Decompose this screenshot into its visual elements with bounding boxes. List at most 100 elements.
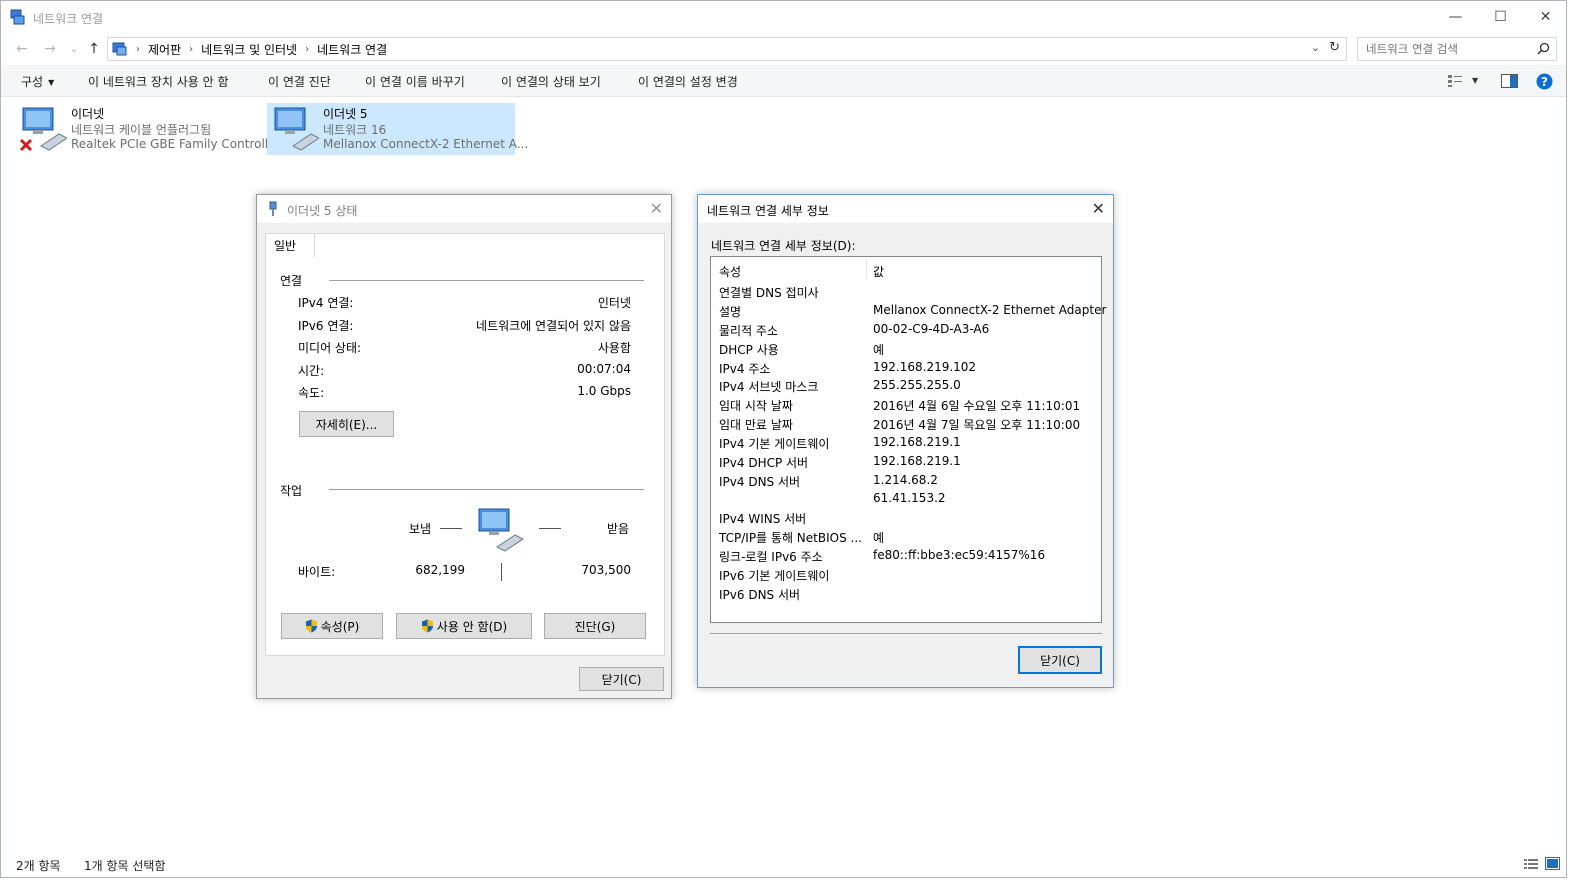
view-options-chevron-icon[interactable]: ▼: [1472, 76, 1478, 85]
detail-value: 1.214.68.2: [873, 473, 938, 487]
change-view-icon[interactable]: [1447, 74, 1463, 88]
close-button[interactable]: ✕: [1523, 1, 1568, 33]
bytes-received-value: 703,500: [581, 563, 631, 577]
large-icons-view-icon[interactable]: [1545, 857, 1560, 870]
detail-value: 2016년 4월 6일 수요일 오후 11:10:01: [873, 399, 1081, 413]
divider: [329, 489, 644, 490]
detail-value: fe80::ff:bbe3:ec59:4157%16: [873, 548, 1046, 562]
breadcrumb-separator-icon: ›: [136, 43, 140, 55]
detail-value: Mellanox ConnectX-2 Ethernet Adapter: [873, 303, 1107, 317]
detail-property: 임대 시작 날짜: [719, 399, 793, 413]
title-bar: 네트워크 연결 — ☐ ✕: [1, 1, 1566, 33]
view-status-command[interactable]: 이 연결의 상태 보기: [501, 73, 601, 90]
back-arrow-icon[interactable]: ←: [13, 40, 31, 58]
detail-property: DHCP 사용: [719, 343, 779, 357]
forward-arrow-icon[interactable]: →: [41, 40, 59, 58]
media-state-label: 미디어 상태:: [298, 341, 362, 355]
connection-device: Realtek PCIe GBE Family Controller: [71, 137, 281, 151]
close-icon[interactable]: ✕: [650, 199, 663, 218]
address-dropdown-icon[interactable]: ⌄: [1311, 41, 1320, 54]
close-button[interactable]: 닫기(C): [579, 667, 664, 691]
divider: [710, 633, 1102, 634]
detail-property: 물리적 주소: [719, 324, 779, 338]
diagnose-button[interactable]: 진단(G): [544, 613, 646, 639]
details-view-icon[interactable]: [1523, 858, 1539, 870]
connection-item-ethernet-5[interactable]: 이더넷 5 네트워크 16 Mellanox ConnectX-2 Ethern…: [267, 103, 528, 155]
change-settings-command[interactable]: 이 연결의 설정 변경: [638, 73, 738, 90]
detail-value: 61.41.153.2: [873, 491, 946, 505]
detail-value: 192.168.219.102: [873, 360, 977, 374]
breadcrumb-network-connections[interactable]: 네트워크 연결: [317, 41, 387, 58]
column-divider: [866, 259, 867, 279]
detail-value: 192.168.219.1: [873, 435, 961, 449]
detail-value: 00-02-C9-4D-A3-A6: [873, 322, 990, 336]
ethernet-status-dialog: 이더넷 5 상태 ✕ 일반 연결 IPv4 연결: 인터넷 IPv6 연결: 네…: [256, 194, 672, 699]
bytes-label: 바이트:: [298, 565, 336, 579]
search-input[interactable]: [1358, 38, 1528, 60]
column-header-property[interactable]: 속성: [719, 263, 741, 280]
ethernet-plug-icon: [269, 201, 277, 216]
svg-text:?: ?: [1541, 75, 1548, 89]
network-adapter-icon: [274, 107, 319, 151]
breadcrumb-control-panel[interactable]: 제어판: [148, 41, 181, 58]
properties-button[interactable]: 속성(P): [281, 613, 383, 639]
tab-general[interactable]: 일반: [265, 233, 315, 257]
dialog-title-bar: 이더넷 5 상태 ✕: [257, 195, 671, 223]
dialog-title-bar: 네트워크 연결 세부 정보 ✕: [698, 195, 1113, 223]
ipv6-connectivity-label: IPv6 연결:: [298, 319, 354, 333]
help-icon[interactable]: ?: [1536, 73, 1553, 90]
ipv6-connectivity-value: 네트워크에 연결되어 있지 않음: [476, 319, 631, 333]
detail-value: 예: [873, 343, 885, 357]
window-title: 네트워크 연결: [33, 12, 104, 26]
close-icon[interactable]: ✕: [1092, 199, 1105, 218]
detail-property: 설명: [719, 305, 742, 319]
recent-locations-icon[interactable]: ⌄: [65, 40, 83, 58]
activity-section-label: 작업: [280, 484, 303, 498]
detail-value: 192.168.219.1: [873, 454, 961, 468]
column-header-value[interactable]: 값: [873, 263, 884, 280]
ipv4-connectivity-value: 인터넷: [597, 296, 631, 310]
received-line: [539, 528, 561, 529]
up-arrow-icon[interactable]: ↑: [85, 40, 103, 58]
network-activity-icon: [478, 508, 524, 552]
close-button[interactable]: 닫기(C): [1018, 646, 1102, 674]
detail-property: 임대 만료 날짜: [719, 418, 793, 432]
duration-value: 00:07:04: [577, 362, 631, 376]
bytes-sent-value: 682,199: [415, 563, 465, 577]
detail-property: IPv6 DNS 서버: [719, 588, 801, 602]
detail-property: IPv4 WINS 서버: [719, 512, 807, 526]
sent-label: 보냄: [409, 522, 432, 536]
details-button[interactable]: 자세히(E)...: [299, 411, 394, 437]
minimize-button[interactable]: —: [1433, 1, 1478, 33]
close-icon: ✕: [1539, 9, 1552, 25]
uac-shield-icon: [305, 619, 317, 633]
diagnose-command[interactable]: 이 연결 진단: [268, 73, 331, 90]
refresh-icon[interactable]: ↻: [1329, 40, 1340, 55]
properties-label: 속성(P): [320, 619, 360, 634]
organize-menu[interactable]: 구성 ▼: [21, 73, 54, 90]
maximize-icon: ☐: [1494, 9, 1507, 25]
search-box[interactable]: [1357, 37, 1557, 61]
breadcrumb-network-internet[interactable]: 네트워크 및 인터넷: [201, 41, 297, 58]
detail-property: IPv4 DNS 서버: [719, 475, 801, 489]
network-connections-icon: [10, 9, 25, 25]
connection-item-ethernet[interactable]: 이더넷 네트워크 케이블 언플러그됨 Realtek PCIe GBE Fami…: [15, 103, 280, 155]
preview-pane-icon[interactable]: [1501, 74, 1518, 88]
detail-property: 링크-로컬 IPv6 주소: [719, 550, 823, 564]
command-bar: 구성 ▼ 이 네트워크 장치 사용 안 함 이 연결 진단 이 연결 이름 바꾸기…: [1, 65, 1566, 97]
network-adapter-disconnected-icon: [19, 107, 67, 152]
connection-status: 네트워크 케이블 언플러그됨: [71, 123, 212, 137]
connection-device: Mellanox ConnectX-2 Ethernet A...: [323, 137, 529, 151]
disable-button[interactable]: 사용 안 함(D): [396, 613, 532, 639]
detail-property: IPv4 주소: [719, 362, 771, 376]
control-panel-icon: [112, 42, 127, 56]
disable-device-command[interactable]: 이 네트워크 장치 사용 안 함: [88, 73, 229, 90]
address-bar[interactable]: › 제어판 › 네트워크 및 인터넷 › 네트워크 연결 ⌄ ↻: [107, 37, 1347, 61]
rename-command[interactable]: 이 연결 이름 바꾸기: [365, 73, 465, 90]
uac-shield-icon: [421, 619, 433, 633]
connection-details-dialog: 네트워크 연결 세부 정보 ✕ 네트워크 연결 세부 정보(D): 속성 값 연…: [697, 194, 1114, 688]
details-listview[interactable]: 속성 값 연결별 DNS 접미사 설명 Mellanox ConnectX-2 …: [710, 256, 1106, 623]
media-state-value: 사용함: [597, 341, 631, 355]
search-icon[interactable]: [1537, 42, 1550, 55]
maximize-button[interactable]: ☐: [1478, 1, 1523, 33]
